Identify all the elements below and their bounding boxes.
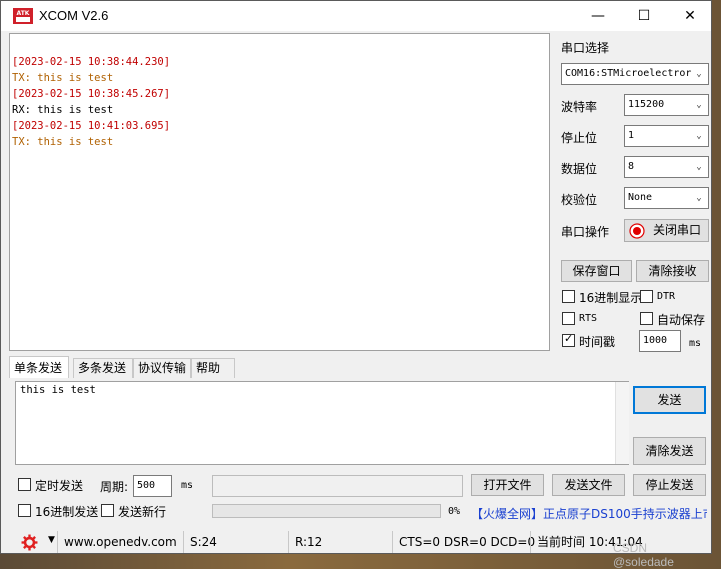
timestamp-unit: ms: [689, 338, 702, 349]
period-input[interactable]: 500: [133, 475, 172, 497]
status-led-icon: [629, 223, 645, 239]
close-port-label: 关闭串口: [653, 223, 702, 237]
tab-help[interactable]: 帮助: [191, 358, 235, 378]
auto-save-checkbox[interactable]: [640, 312, 653, 325]
period-label: 周期:: [100, 480, 129, 494]
save-window-button[interactable]: 保存窗口: [561, 260, 632, 282]
data-bits-value: 8: [628, 161, 635, 172]
hex-display-checkbox[interactable]: [562, 290, 575, 303]
receive-line: RX: this is test: [12, 104, 114, 116]
send-scrollbar[interactable]: [615, 382, 629, 464]
send-progress-bar: [212, 504, 441, 518]
tab-single-send[interactable]: 单条发送: [9, 356, 69, 378]
close-button[interactable]: ✕: [667, 1, 713, 31]
timestamp-interval-input[interactable]: 1000: [639, 330, 681, 352]
auto-save-label: 自动保存: [657, 313, 706, 327]
svg-text:ATK: ATK: [17, 10, 30, 17]
send-file-button[interactable]: 发送文件: [552, 474, 625, 496]
send-textarea[interactable]: this is test: [15, 381, 629, 465]
stop-bits-label: 停止位: [561, 131, 598, 145]
rts-label: RTS: [579, 313, 598, 324]
title-bar[interactable]: ATK XCOM V2.6 — ☐ ✕: [1, 1, 711, 31]
chevron-down-icon: ⌄: [693, 126, 705, 146]
clear-receive-button[interactable]: 清除接收: [636, 260, 709, 282]
port-op-label: 串口操作: [561, 225, 610, 239]
tab-multi-send[interactable]: 多条发送: [73, 358, 133, 378]
send-button[interactable]: 发送: [633, 386, 706, 414]
stop-bits-select[interactable]: 1 ⌄: [624, 125, 709, 147]
timed-send-label: 定时发送: [35, 479, 84, 493]
progress-percent: 0%: [448, 506, 461, 517]
window-title: XCOM V2.6: [39, 8, 109, 23]
baud-label: 波特率: [561, 100, 598, 114]
parity-value: None: [628, 192, 653, 203]
receive-textarea[interactable]: [2023-02-15 10:38:44.230] TX: this is tes…: [9, 33, 550, 351]
chevron-down-icon[interactable]: ▼: [48, 535, 55, 545]
data-bits-select[interactable]: 8 ⌄: [624, 156, 709, 178]
close-port-button[interactable]: 关闭串口: [624, 219, 709, 242]
receive-line: [2023-02-15 10:41:03.695]: [12, 120, 171, 132]
send-newline-checkbox[interactable]: [101, 504, 114, 517]
status-lines: CTS=0 DSR=0 DCD=0: [392, 531, 535, 553]
timestamp-checkbox[interactable]: [562, 332, 575, 347]
hex-send-checkbox[interactable]: [18, 504, 31, 517]
receive-line: TX: this is test: [12, 136, 114, 148]
xcom-window: ATK XCOM V2.6 — ☐ ✕ [2023-02-15 10:38:44…: [0, 0, 712, 569]
rts-checkbox[interactable]: [562, 312, 575, 325]
receive-line: [2023-02-15 10:38:45.267]: [12, 88, 171, 100]
baud-value: 115200: [628, 99, 665, 110]
parity-label: 校验位: [561, 193, 598, 207]
stop-send-button[interactable]: 停止发送: [633, 474, 706, 496]
chevron-down-icon: ⌄: [693, 64, 705, 84]
stop-bits-value: 1: [628, 130, 635, 141]
timestamp-label: 时间戳: [579, 335, 616, 349]
chevron-down-icon: ⌄: [693, 95, 705, 115]
chevron-down-icon: ⌄: [693, 188, 705, 208]
clear-send-button[interactable]: 清除发送: [633, 437, 706, 465]
dtr-checkbox[interactable]: [640, 290, 653, 303]
parity-select[interactable]: None ⌄: [624, 187, 709, 209]
maximize-button[interactable]: ☐: [621, 1, 667, 31]
send-newline-label: 发送新行: [118, 505, 167, 519]
open-file-button[interactable]: 打开文件: [471, 474, 544, 496]
status-received-count: R:12: [288, 531, 391, 553]
hex-display-label: 16进制显示: [579, 291, 643, 305]
tab-protocol[interactable]: 协议传输: [133, 358, 191, 378]
chevron-down-icon: ⌄: [693, 157, 705, 177]
hex-send-label: 16进制发送: [35, 505, 99, 519]
receive-line: TX: this is test: [12, 72, 114, 84]
dtr-label: DTR: [657, 291, 676, 302]
receive-line: [2023-02-15 10:38:44.230]: [12, 56, 171, 68]
timed-send-checkbox[interactable]: [18, 478, 31, 491]
port-select[interactable]: COM16:STMicroelectror ⌄: [561, 63, 709, 85]
minimize-button[interactable]: —: [575, 1, 621, 31]
file-path-input[interactable]: [212, 475, 463, 497]
status-sent-count: S:24: [183, 531, 286, 553]
status-url[interactable]: www.openedv.com: [57, 531, 182, 553]
baud-select[interactable]: 115200 ⌄: [624, 94, 709, 116]
port-select-label: 串口选择: [561, 41, 610, 55]
status-bar: ▼ www.openedv.com S:24 R:12 CTS=0 DSR=0 …: [9, 531, 709, 553]
watermark: CSDN @soledade: [613, 541, 674, 569]
ad-link[interactable]: 【火爆全网】正点原子DS100手持示波器上市: [471, 504, 707, 524]
period-unit: ms: [181, 480, 194, 491]
atk-logo-icon: ATK: [13, 8, 33, 24]
port-select-value: COM16:STMicroelectror: [565, 68, 692, 79]
data-bits-label: 数据位: [561, 162, 598, 176]
gear-icon[interactable]: [21, 534, 38, 551]
